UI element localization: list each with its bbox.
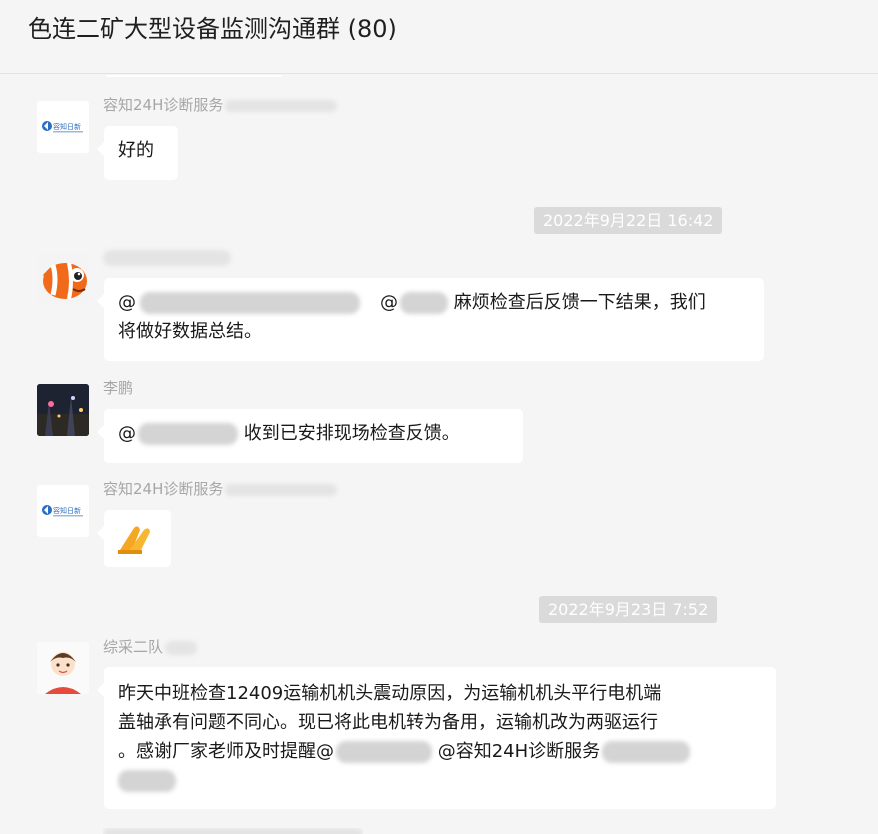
redacted-number: [602, 741, 691, 763]
message-line: @ @ 麻烦检查后反馈一下结果，我们: [118, 292, 706, 314]
redacted-number: [225, 99, 338, 112]
redacted-mention: [336, 741, 432, 763]
clownfish-icon: [43, 262, 87, 300]
redacted-number: [225, 483, 338, 496]
avatar-clownfish[interactable]: [37, 253, 89, 305]
chat-header: 色连二矿大型设备监测沟通群 (80): [0, 0, 878, 74]
message-bubble[interactable]: @ 收到已安排现场检查反馈。: [97, 409, 523, 463]
previous-message-fragment: [104, 75, 284, 77]
avatar-zongcai[interactable]: [37, 642, 89, 694]
timestamp: 2022年9月22日 16:42: [534, 207, 723, 234]
sender-name: 容知24H诊断服务: [103, 95, 338, 115]
message-line: @ 收到已安排现场检查反馈。: [118, 423, 460, 445]
group-title: 色连二矿大型设备监测沟通群 (80): [28, 15, 397, 43]
message-text: 好的: [118, 140, 154, 161]
folded-hands-icon: [118, 526, 150, 554]
message-line: 将做好数据总结。: [118, 321, 262, 342]
message-line: 。感谢厂家老师及时提醒@ @容知24H诊断服务: [118, 737, 762, 766]
message-bubble[interactable]: 昨天中班检查12409运输机机头震动原因，为运输机机头平行电机端 盖轴承有问题不…: [97, 667, 776, 809]
message-bubble[interactable]: @ @ 麻烦检查后反馈一下结果，我们 将做好数据总结。: [97, 278, 764, 361]
message-line: [118, 766, 762, 795]
rongzhi-logo-icon: 容知日新: [42, 121, 83, 133]
message-line: 盖轴承有问题不同心。现已将此电机转为备用，运输机改为两驱运行: [118, 712, 658, 733]
night-scene-icon: [37, 384, 89, 436]
message-line: 昨天中班检查12409运输机机头震动原因，为运输机机头平行电机端: [118, 683, 662, 704]
message-bubble[interactable]: [97, 510, 171, 567]
redacted-mention: [138, 423, 238, 445]
logo-text: 容知日新: [53, 506, 81, 515]
sender-name: 容知24H诊断服务: [103, 479, 338, 499]
redacted-mention: [400, 292, 448, 314]
cartoon-person-icon: [37, 642, 89, 694]
avatar-li-peng[interactable]: [37, 384, 89, 436]
logo-text: 容知日新: [53, 122, 81, 131]
avatar-rongzhi[interactable]: 容知日新: [37, 101, 89, 153]
next-sender-fragment: [103, 828, 363, 834]
message-bubble[interactable]: 好的: [97, 126, 178, 180]
timestamp: 2022年9月23日 7:52: [539, 596, 718, 623]
redacted-number: [118, 770, 176, 792]
sender-name: 李鹏: [103, 379, 134, 397]
sender-name: 综采二队: [103, 637, 198, 657]
redacted-sender: [103, 249, 231, 266]
redacted-suffix: [165, 640, 198, 655]
message-list[interactable]: 容知日新 容知24H诊断服务 好的 2022年9月22日 16:42 @ @ 麻烦…: [0, 75, 878, 834]
avatar-rongzhi[interactable]: 容知日新: [37, 485, 89, 537]
redacted-mention: [140, 292, 360, 314]
rongzhi-logo-icon: 容知日新: [42, 505, 83, 517]
sender-name-redacted: [103, 247, 231, 267]
